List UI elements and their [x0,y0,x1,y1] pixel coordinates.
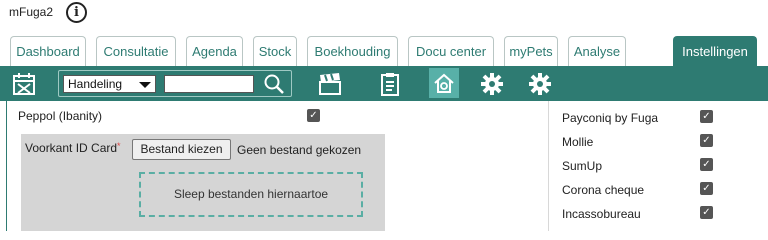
option-label: Mollie [562,135,594,149]
tab-consultatie[interactable]: Consultatie [96,36,176,66]
incassobureau-checkbox[interactable]: ✓ [700,206,713,219]
tab-dashboard[interactable]: Dashboard [10,36,86,66]
chevron-down-icon [139,82,151,88]
upload-label: Voorkant ID Card* [25,141,121,155]
payconiq-checkbox[interactable]: ✓ [700,110,713,123]
option-label: Incassobureau [562,207,641,221]
required-mark: * [117,141,121,151]
divider [548,101,549,231]
divider [6,101,7,231]
file-status: Geen bestand gekozen [237,143,362,157]
choose-file-button[interactable]: Bestand kiezen [132,139,231,160]
app-title: mFuga2 [9,5,54,19]
clapperboard-icon[interactable] [318,72,342,96]
tab-docu-center[interactable]: Docu center [408,36,494,66]
settings-content: Peppol (Ibanity) ✓ Voorkant ID Card* Bes… [0,101,768,231]
tab-analyse[interactable]: Analyse [568,36,626,66]
peppol-label: Peppol (Ibanity) [18,109,103,123]
tab-instellingen[interactable]: Instellingen [673,36,757,66]
calendar-x-icon[interactable] [12,72,36,96]
search-group: Handeling [58,70,292,97]
option-label: Corona cheque [562,183,645,197]
sumup-checkbox[interactable]: ✓ [700,158,713,171]
home-settings-button[interactable] [429,68,459,98]
main-tabs: Dashboard Consultatie Agenda Stock Boekh… [0,36,768,66]
search-input[interactable] [164,75,254,93]
search-type-value: Handeling [68,77,123,91]
search-icon[interactable] [263,73,285,95]
top-bar: mFuga2 i [0,0,768,26]
home-settings-icon [434,73,454,93]
clipboard-icon[interactable] [378,72,402,96]
info-icon[interactable]: i [66,2,87,23]
toolbar: Handeling [0,66,768,101]
tab-mypets[interactable]: myPets [504,36,558,66]
gear-icon[interactable] [480,72,504,96]
tab-boekhouding[interactable]: Boekhouding [307,36,398,66]
mollie-checkbox[interactable]: ✓ [700,134,713,147]
corona-cheque-checkbox[interactable]: ✓ [700,182,713,195]
option-label: SumUp [562,159,603,173]
id-card-upload: Voorkant ID Card* Bestand kiezen Geen be… [21,134,385,231]
option-label: Payconiq by Fuga [562,111,659,125]
file-dropzone[interactable]: Sleep bestanden hiernaartoe [139,172,363,217]
tab-stock[interactable]: Stock [253,36,297,66]
gear-icon[interactable] [528,72,552,96]
tab-agenda[interactable]: Agenda [186,36,243,66]
peppol-checkbox[interactable]: ✓ [307,109,320,122]
search-type-select[interactable]: Handeling [63,75,156,93]
